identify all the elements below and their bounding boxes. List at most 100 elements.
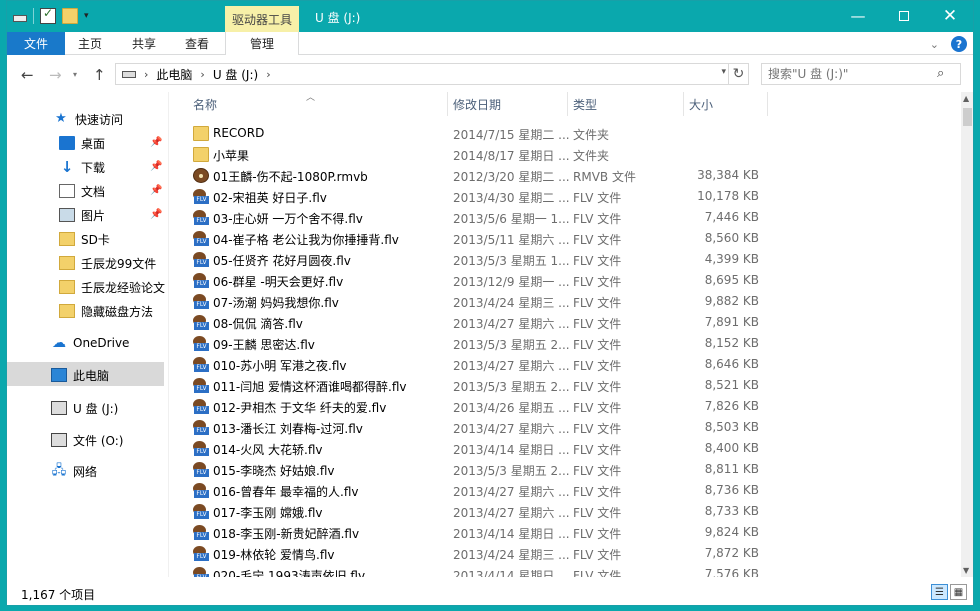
nav-quick-access[interactable]: ★ 快速访问 [53, 108, 123, 130]
nav-files-drive[interactable]: 文件 (O:) [51, 429, 123, 451]
file-row[interactable]: FLV 05-任贤齐 花好月圆夜.flv 2013/5/3 星期五 1... FLV … [177, 249, 961, 270]
tab-manage[interactable]: 管理 [225, 32, 299, 55]
file-row[interactable]: 小苹果 2014/8/17 星期日 ... 文件夹 [177, 144, 961, 165]
file-row[interactable]: FLV 018-李玉刚-新贵妃醉酒.flv 2013/4/14 星期日 ... FLV… [177, 522, 961, 543]
computer-icon [51, 368, 67, 382]
breadcrumb-this-pc[interactable]: 此电脑 [156, 66, 192, 83]
nav-onedrive[interactable]: ☁ OneDrive [51, 332, 129, 354]
customize-toolbar-chevron-icon[interactable]: ▾ [84, 11, 89, 21]
file-row[interactable]: FLV 017-李玉刚 嫦娥.flv 2013/4/27 星期六 ... FLV 文件… [177, 501, 961, 522]
flv-badge: FLV [194, 532, 209, 540]
file-row[interactable]: FLV 03-庄心妍 一万个舍不得.flv 2013/5/6 星期一 1... FLV… [177, 207, 961, 228]
minimize-button[interactable]: — [835, 1, 881, 31]
back-arrow-icon[interactable]: ← [21, 66, 34, 84]
breadcrumb-chevron-icon[interactable]: › [266, 68, 270, 81]
new-folder-icon[interactable] [62, 8, 78, 24]
recent-locations-chevron-icon[interactable]: ▾ [73, 70, 77, 79]
column-header-type[interactable]: 类型 [573, 92, 597, 116]
nav-item-folder-papers[interactable]: 壬辰龙经验论文 [59, 276, 165, 298]
column-header-size[interactable]: 大小 [689, 92, 713, 116]
details-view-icon: ☰ [935, 586, 944, 598]
address-dropdown-chevron-icon[interactable]: ▾ [721, 67, 726, 77]
file-row[interactable]: FLV 08-侃侃 滴答.flv 2013/4/27 星期六 ... FLV 文件 7,… [177, 312, 961, 333]
file-type: FLV 文件 [573, 401, 622, 415]
file-row[interactable]: FLV 014-火风 大花轿.flv 2013/4/14 星期日 ... FLV 文件… [177, 438, 961, 459]
tab-home[interactable]: 主页 [65, 32, 115, 55]
pin-icon[interactable]: 📌 [150, 137, 162, 148]
file-row[interactable]: FLV 019-林依轮 爱情鸟.flv 2013/4/24 星期三 ... FLV 文… [177, 543, 961, 564]
nav-item-pictures[interactable]: 图片 [59, 204, 105, 226]
folder-icon [59, 256, 75, 270]
maximize-icon [899, 11, 909, 21]
search-input[interactable] [761, 63, 961, 85]
file-row[interactable]: FLV 013-潘长江 刘春梅-过河.flv 2013/4/27 星期六 ... FL… [177, 417, 961, 438]
tab-file[interactable]: 文件 [7, 32, 65, 55]
pane-divider[interactable] [168, 92, 169, 577]
file-row[interactable]: FLV 011-闫旭 爱情这杯酒谁喝都得醉.flv 2013/5/3 星期五 2..… [177, 375, 961, 396]
file-row[interactable]: FLV 02-宋祖英 好日子.flv 2013/4/30 星期二 ... FLV 文件… [177, 186, 961, 207]
breadcrumb-chevron-icon[interactable]: › [144, 68, 148, 81]
close-button[interactable]: ✕ [927, 1, 973, 31]
scroll-thumb[interactable] [963, 108, 972, 126]
nav-network[interactable]: 🖧 网络 [51, 460, 97, 482]
nav-item-folder-99[interactable]: 壬辰龙99文件 [59, 252, 156, 274]
window-title: U 盘 (J:) [315, 11, 361, 25]
large-icons-view-button[interactable]: ▦ [950, 584, 967, 600]
tab-view[interactable]: 查看 [171, 32, 223, 55]
pin-icon[interactable]: 📌 [150, 185, 162, 196]
properties-icon[interactable] [40, 6, 56, 24]
nav-usb-drive[interactable]: U 盘 (J:) [51, 397, 118, 419]
nav-item-desktop[interactable]: 桌面 [59, 132, 105, 154]
details-view-button[interactable]: ☰ [931, 584, 948, 600]
address-bar[interactable]: › 此电脑 › U 盘 (J:) › ▾ [115, 63, 729, 85]
file-row[interactable]: FLV 010-苏小明 军港之夜.flv 2013/4/27 星期六 ... FLV … [177, 354, 961, 375]
column-header-name[interactable]: 名称 [193, 92, 217, 116]
ribbon-tabs: 文件 主页 共享 查看 管理 ⌄ ? [7, 32, 973, 55]
file-row[interactable]: 01王麟-伤不起-1080P.rmvb 2012/3/20 星期二 ... RMVB… [177, 165, 961, 186]
breadcrumb-chevron-icon[interactable]: › [200, 68, 204, 81]
refresh-button[interactable]: ↻ [729, 63, 749, 85]
maximize-button[interactable] [881, 1, 927, 31]
file-type: FLV 文件 [573, 296, 622, 310]
vertical-scrollbar[interactable]: ▲ ▼ [961, 92, 973, 577]
file-row[interactable]: FLV 020-毛宁 1993涛声依旧.flv 2013/4/14 星期日 ...F… [177, 564, 961, 577]
column-header-date[interactable]: 修改日期 [453, 92, 501, 116]
file-row[interactable]: FLV 04-崔子格 老公让我为你捶捶背.flv 2013/5/11 星期六 ...… [177, 228, 961, 249]
file-row[interactable]: FLV 09-王麟 思密达.flv 2013/5/3 星期五 2... FLV 文件 8… [177, 333, 961, 354]
nav-item-documents[interactable]: 文档 [59, 180, 105, 202]
nav-item-folder-hide-disk[interactable]: 隐藏磁盘方法 [59, 300, 153, 322]
breadcrumb-usb-drive[interactable]: U 盘 (J:) [213, 66, 258, 83]
flv-file-icon: FLV [193, 399, 209, 414]
up-arrow-icon[interactable]: ↑ [93, 66, 106, 84]
drive-icon [122, 70, 136, 78]
search-icon[interactable]: ⌕ [937, 66, 944, 81]
file-row[interactable]: FLV 06-群星 -明天会更好.flv 2013/12/9 星期一 ... FLV … [177, 270, 961, 291]
tab-share[interactable]: 共享 [119, 32, 169, 55]
film-reel-icon [193, 168, 209, 183]
forward-arrow-icon[interactable]: → [49, 66, 62, 84]
expand-ribbon-chevron-icon[interactable]: ⌄ [930, 38, 939, 51]
drive-tools-context-tab[interactable]: 驱动器工具 [225, 6, 299, 32]
pin-icon[interactable]: 📌 [150, 161, 162, 172]
pin-icon[interactable]: 📌 [150, 209, 162, 220]
file-row[interactable]: FLV 012-尹相杰 于文华 纤夫的爱.flv 2013/4/26 星期五 ...… [177, 396, 961, 417]
column-divider[interactable] [683, 92, 684, 116]
file-type: FLV 文件 [573, 422, 622, 436]
file-row[interactable]: RECORD 2014/7/15 星期二 ... 文件夹 [177, 123, 961, 144]
file-row[interactable]: FLV 07-汤潮 妈妈我想你.flv 2013/4/24 星期三 ... FLV 文… [177, 291, 961, 312]
nav-item-downloads[interactable]: ↓ 下载 [59, 156, 105, 178]
column-divider[interactable] [567, 92, 568, 116]
scroll-down-icon[interactable]: ▼ [963, 566, 969, 575]
file-list: ︿ 名称 修改日期 类型 大小 RECORD 2014/7/15 星期二 ... 文… [177, 92, 961, 577]
nav-item-sd-card[interactable]: SD卡 [59, 228, 110, 250]
folder-icon [59, 304, 75, 318]
column-divider[interactable] [447, 92, 448, 116]
explorer-window: ▾ 驱动器工具 U 盘 (J:) — ✕ 文件 主页 共享 查看 管理 ⌄ ? … [6, 0, 974, 606]
nav-this-pc[interactable]: 此电脑 [51, 364, 109, 386]
scroll-up-icon[interactable]: ▲ [963, 94, 969, 103]
column-divider[interactable] [767, 92, 768, 116]
file-row[interactable]: FLV 016-曾春年 最幸福的人.flv 2013/4/27 星期六 ... FLV… [177, 480, 961, 501]
file-row[interactable]: FLV 015-李晓杰 好姑娘.flv 2013/5/3 星期五 2... FLV 文… [177, 459, 961, 480]
help-icon[interactable]: ? [951, 36, 967, 52]
toolbar-divider [33, 8, 34, 24]
